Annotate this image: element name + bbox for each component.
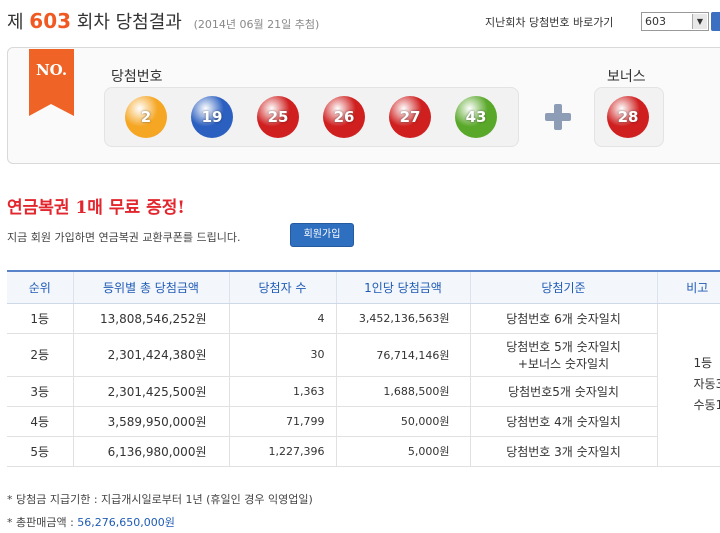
rank-cell: 1등 <box>7 303 73 334</box>
bonus-label: 보너스 <box>607 69 646 85</box>
promo-headline: 연금복권 1매 무료 증정! <box>7 198 185 218</box>
total-sales-label: * 총판매금액 : <box>7 516 78 529</box>
note-line: 자동3 <box>693 377 720 391</box>
note-line: 1등 <box>693 356 713 370</box>
per-winner-cell: 1,688,500원 <box>335 376 470 407</box>
ball-3: 25 <box>257 96 299 138</box>
note-line: 수동1 <box>693 398 720 412</box>
no-ribbon-text: NO. <box>35 61 68 79</box>
per-winner-cell: 50,000원 <box>335 406 470 437</box>
note-cell: 1등 자동3 수동1 <box>656 303 720 467</box>
table-row: 1등 13,808,546,252원 4 3,452,136,563원 당첨번호… <box>7 303 720 467</box>
round-number: 603 <box>29 9 72 33</box>
plus-icon <box>543 104 573 130</box>
rank-cell: 5등 <box>7 436 73 467</box>
ball-6: 43 <box>455 96 497 138</box>
winners-cell: 30 <box>228 333 336 377</box>
winners-cell: 1,363 <box>228 376 336 407</box>
draw-date: (2014년 06월 21일 추첨) <box>193 18 320 31</box>
col-header-criteria: 당첨기준 <box>469 270 657 304</box>
prize-table: 순위 등위별 총 당첨금액 당첨자 수 1인당 당첨금액 당첨기준 비고 1등 … <box>7 270 720 467</box>
page-title: 제 603 회차 당첨결과 (2014년 06월 21일 추첨) <box>7 8 319 34</box>
winners-cell: 4 <box>228 303 336 334</box>
round-select[interactable]: 603 ▼ <box>641 12 709 31</box>
per-winner-cell: 76,714,146원 <box>335 333 470 377</box>
chevron-down-icon[interactable]: ▼ <box>692 14 707 29</box>
join-button[interactable]: 회원가입 <box>290 223 354 247</box>
per-winner-cell: 3,452,136,563원 <box>335 303 470 334</box>
col-header-total: 등위별 총 당첨금액 <box>72 270 229 304</box>
rank-cell: 3등 <box>7 376 73 407</box>
criteria-line-bonus: +보너스 숫자일치 <box>517 356 610 371</box>
col-header-note: 비고 <box>656 270 720 304</box>
criteria-cell: 당첨번호 6개 숫자일치 <box>469 303 657 334</box>
total-prize-cell: 3,589,950,000원 <box>72 406 229 437</box>
rank-cell: 4등 <box>7 406 73 437</box>
round-select-value: 603 <box>645 15 666 28</box>
total-prize-cell: 6,136,980,000원 <box>72 436 229 467</box>
criteria-line: 당첨번호 5개 숫자일치 <box>506 339 621 354</box>
table-row: 3등 2,301,425,500원 1,363 1,688,500원 당첨번호5… <box>7 376 720 407</box>
table-row: 2등 2,301,424,380원 30 76,714,146원 당첨번호 5개… <box>7 333 720 377</box>
total-prize-cell: 2,301,425,500원 <box>72 376 229 407</box>
total-sales-note: * 총판매금액 : 56,276,650,000원 <box>7 514 175 530</box>
total-prize-cell: 2,301,424,380원 <box>72 333 229 377</box>
table-row: 4등 3,589,950,000원 71,799 50,000원 당첨번호 4개… <box>7 406 720 437</box>
col-header-winners: 당첨자 수 <box>228 270 336 304</box>
go-button[interactable] <box>711 12 720 31</box>
per-winner-cell: 5,000원 <box>335 436 470 467</box>
criteria-cell: 당첨번호 5개 숫자일치 +보너스 숫자일치 <box>469 333 657 377</box>
bonus-ball: 28 <box>607 96 649 138</box>
table-row: 5등 6,136,980,000원 1,227,396 5,000원 당첨번호 … <box>7 436 720 467</box>
criteria-cell: 당첨번호5개 숫자일치 <box>469 376 657 407</box>
table-header-row: 순위 등위별 총 당첨금액 당첨자 수 1인당 당첨금액 당첨기준 비고 <box>7 270 720 304</box>
title-prefix: 제 <box>7 12 24 33</box>
total-prize-cell: 13,808,546,252원 <box>72 303 229 334</box>
winners-cell: 1,227,396 <box>228 436 336 467</box>
winning-numbers-label: 당첨번호 <box>111 69 163 85</box>
total-sales-amount: 56,276,650,000원 <box>77 516 175 529</box>
criteria-cell: 당첨번호 4개 숫자일치 <box>469 406 657 437</box>
ball-5: 27 <box>389 96 431 138</box>
promo-subtext: 지금 회원 가입하면 연금복권 교환쿠폰를 드립니다. <box>7 231 241 244</box>
col-header-per-winner: 1인당 당첨금액 <box>335 270 470 304</box>
title-suffix: 회차 당첨결과 <box>76 12 182 33</box>
round-jump-label: 지난회차 당첨번호 바로가기 <box>485 16 614 29</box>
rank-cell: 2등 <box>7 333 73 377</box>
ball-1: 2 <box>125 96 167 138</box>
winners-cell: 71,799 <box>228 406 336 437</box>
ball-2: 19 <box>191 96 233 138</box>
col-header-rank: 순위 <box>7 270 73 304</box>
ball-4: 26 <box>323 96 365 138</box>
criteria-cell: 당첨번호 3개 숫자일치 <box>469 436 657 467</box>
payout-deadline-note: * 당첨금 지급기한 : 지급개시일로부터 1년 (휴일인 경우 익영업일) <box>7 493 313 506</box>
no-ribbon-icon: NO. <box>29 49 74 116</box>
page-header: 제 603 회차 당첨결과 (2014년 06월 21일 추첨) 지난회차 당첨… <box>0 0 720 44</box>
